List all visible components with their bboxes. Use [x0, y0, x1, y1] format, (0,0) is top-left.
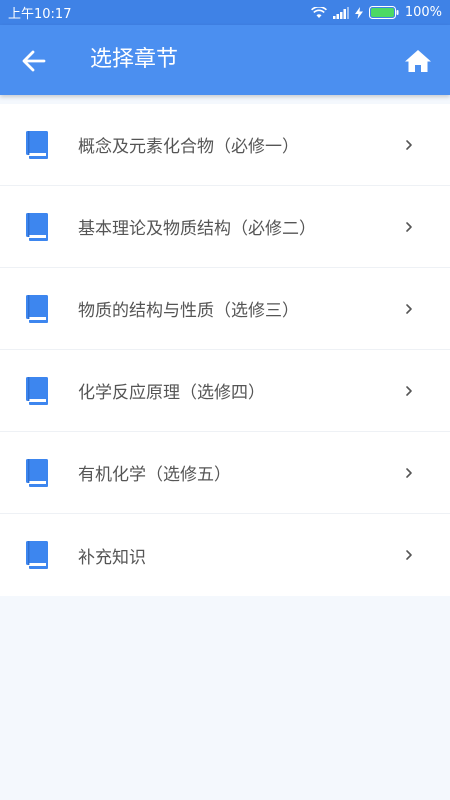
book-icon: [26, 541, 48, 569]
chevron-right-icon: [406, 467, 412, 478]
arrow-left-icon: [22, 50, 46, 72]
chevron-right-icon: [406, 303, 412, 314]
home-icon: [405, 50, 431, 72]
status-icons: 100%: [310, 5, 442, 20]
app-bar: 选择章节: [0, 25, 450, 95]
chapter-item[interactable]: 物质的结构与性质（选修三）: [0, 268, 450, 350]
chevron-right-icon: [406, 385, 412, 396]
chapter-item[interactable]: 化学反应原理（选修四）: [0, 350, 450, 432]
chapter-item[interactable]: 基本理论及物质结构（必修二）: [0, 186, 450, 268]
chevron-right-icon: [406, 550, 412, 560]
chapter-label: 补充知识: [78, 547, 146, 568]
chapter-item[interactable]: 补充知识: [0, 514, 450, 596]
back-button[interactable]: [20, 47, 48, 75]
battery-percent: 100%: [404, 5, 442, 20]
chapter-item[interactable]: 概念及元素化合物（必修一）: [0, 104, 450, 186]
book-icon: [26, 131, 48, 159]
status-time: 上午10:17: [8, 7, 72, 22]
status-bar: 上午10:17 100%: [0, 0, 450, 25]
chapter-label: 基本理论及物质结构（必修二）: [78, 219, 316, 239]
chapter-label: 概念及元素化合物（必修一）: [78, 137, 299, 157]
chapter-label: 有机化学（选修五）: [78, 465, 231, 485]
battery-icon: [368, 6, 399, 19]
chapter-label: 化学反应原理（选修四）: [78, 383, 265, 403]
home-button[interactable]: [404, 47, 432, 75]
signal-icon: [332, 6, 349, 19]
chapter-list: 概念及元素化合物（必修一） 基本理论及物质结构（必修二） 物质的结构与性质（选修…: [0, 104, 450, 596]
chapter-label: 物质的结构与性质（选修三）: [78, 301, 299, 321]
wifi-icon: [310, 6, 327, 18]
book-icon: [26, 295, 48, 323]
book-icon: [26, 377, 48, 405]
chapter-item[interactable]: 有机化学（选修五）: [0, 432, 450, 514]
chevron-right-icon: [406, 139, 412, 150]
chevron-right-icon: [406, 221, 412, 232]
book-icon: [26, 459, 48, 487]
page-title: 选择章节: [90, 47, 179, 72]
charging-icon: [354, 6, 363, 19]
book-icon: [26, 213, 48, 241]
